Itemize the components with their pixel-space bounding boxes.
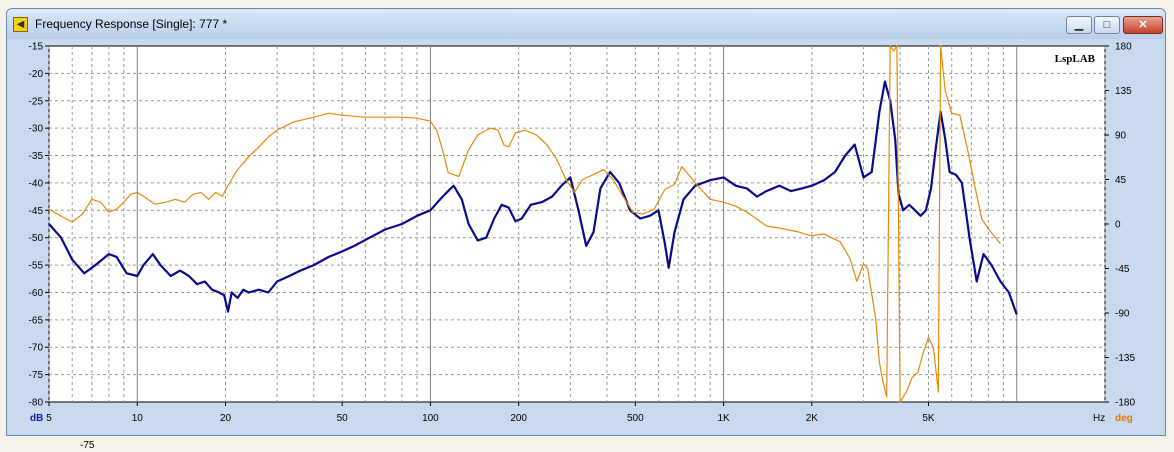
y-left-tick-label: -55 [29, 261, 44, 272]
x-tick-label: 1K [717, 413, 730, 424]
y-right-tick-label: -90 [1115, 309, 1130, 320]
screenshot-stage: ◀ Frequency Response [Single]: 777 * ▁ □… [0, 0, 1174, 452]
right-axis-ticks: 180 135 90 45 0 -45 -90 -135 -180 [1105, 42, 1135, 409]
y-left-tick-label: -20 [29, 69, 44, 80]
x-tick-label: 100 [422, 413, 439, 424]
x-tick-label: 20 [220, 413, 232, 424]
y-left-unit-label: dB [30, 413, 43, 424]
y-left-tick-label: -45 [29, 206, 44, 217]
y-right-tick-label: 0 [1115, 220, 1121, 231]
y-left-tick-label: -15 [29, 42, 44, 53]
y-left-tick-label: -30 [29, 124, 44, 135]
x-tick-label: 10 [132, 413, 144, 424]
y-right-tick-label: 180 [1115, 42, 1132, 53]
x-tick-label: 5 [46, 413, 52, 424]
x-tick-label: 200 [510, 413, 527, 424]
y-right-tick-label: -180 [1115, 398, 1135, 409]
y-left-tick-label: -70 [29, 343, 44, 354]
x-tick-label: 50 [337, 413, 349, 424]
y-right-unit-label: deg [1115, 413, 1133, 424]
brand-label: LspLAB [1055, 53, 1096, 65]
y-left-tick-label: -65 [29, 315, 44, 326]
left-axis-ticks: -15 -20 -25 -30 -35 -40 -45 -50 -55 -60 -65 -70 -75 -… [29, 42, 49, 409]
y-left-tick-label: -35 [29, 151, 44, 162]
x-unit-label: Hz [1093, 413, 1105, 424]
x-tick-label: 2K [806, 413, 819, 424]
y-left-tick-label: -75 [29, 370, 44, 381]
frequency-response-chart[interactable]: -15 -20 -25 -30 -35 -40 -45 -50 -55 -60 -65 -70 -75 -… [0, 0, 1174, 452]
y-right-tick-label: -135 [1115, 353, 1135, 364]
x-axis-ticks: 5 10 20 50 100 200 500 1K 2K 5K [46, 402, 935, 424]
y-right-tick-label: 90 [1115, 131, 1127, 142]
y-right-tick-label: 45 [1115, 175, 1127, 186]
y-right-tick-label: 135 [1115, 86, 1132, 97]
y-right-tick-label: -45 [1115, 264, 1130, 275]
plot-area[interactable] [48, 45, 1106, 403]
y-left-tick-label: -80 [29, 398, 44, 409]
background-value: -75 [80, 440, 95, 451]
y-left-tick-label: -50 [29, 233, 44, 244]
x-tick-label: 500 [627, 413, 644, 424]
y-left-tick-label: -60 [29, 288, 44, 299]
x-tick-label: 5K [922, 413, 935, 424]
y-left-tick-label: -25 [29, 96, 44, 107]
y-left-tick-label: -40 [29, 178, 44, 189]
